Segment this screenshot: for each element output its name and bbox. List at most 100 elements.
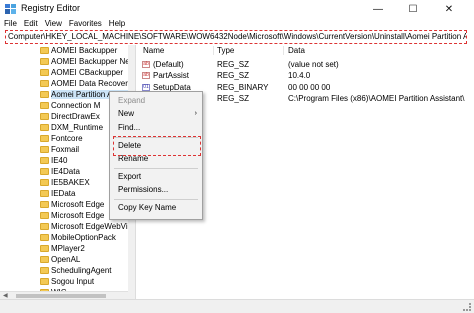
value-data: C:\Program Files (x86)\AOMEI Partition A… (288, 94, 465, 103)
menu-separator (114, 168, 198, 169)
minimize-button[interactable]: — (363, 0, 393, 18)
menu-help[interactable]: Help (105, 18, 128, 29)
folder-icon (40, 190, 49, 197)
tree-item[interactable]: AOMEI CBackupper (0, 67, 135, 78)
folder-icon (40, 47, 49, 54)
tree-item-label: Foxmail (51, 145, 80, 154)
column-header-name[interactable]: Name (143, 45, 164, 56)
folder-icon (40, 179, 49, 186)
tree-item-label: Fontcore (51, 134, 83, 143)
scroll-left-arrow-icon[interactable]: ◀ (3, 292, 8, 299)
folder-icon (40, 201, 49, 208)
folder-icon (40, 58, 49, 65)
menu-item-find[interactable]: Find... (110, 122, 202, 134)
value-row[interactable]: ab (Default) REG_SZ (value not set) (141, 59, 471, 70)
menu-item-label: New (118, 109, 135, 118)
tree-item-label: IE5BAKEX (51, 178, 90, 187)
menu-separator (114, 199, 198, 200)
tree-item[interactable]: MPlayer2 (0, 243, 135, 254)
folder-icon (40, 267, 49, 274)
tree-item-label: Sogou Input (51, 277, 95, 286)
maximize-button[interactable]: ☐ (398, 0, 428, 18)
folder-icon (40, 102, 49, 109)
address-bar[interactable]: Computer\HKEY_LOCAL_MACHINE\SOFTWARE\WOW… (5, 30, 467, 44)
folder-icon (40, 223, 49, 230)
tree-item[interactable]: SchedulingAgent (0, 265, 135, 276)
tree-item-label: Microsoft EdgeWebVie (51, 222, 133, 231)
menu-favorites[interactable]: Favorites (65, 18, 105, 29)
menu-item-label: Permissions... (118, 185, 169, 194)
value-data: 10.4.0 (288, 71, 311, 80)
tree-horizontal-scroll-thumb[interactable] (16, 294, 106, 298)
window-title: Registry Editor (21, 3, 81, 13)
tree-item-label: MPlayer2 (51, 244, 85, 253)
folder-icon (40, 278, 49, 285)
tree-item-label: AOMEI Backupper (51, 46, 118, 55)
column-header-data[interactable]: Data (288, 45, 305, 56)
menu-item-new[interactable]: New › (110, 108, 202, 120)
value-type: REG_BINARY (217, 83, 269, 92)
tree-item-label: SchedulingAgent (51, 266, 112, 275)
context-menu: Expand New › Find... Delete Rename Export… (109, 91, 203, 220)
folder-icon (40, 212, 49, 219)
tree-item-label: IE4Data (51, 167, 80, 176)
tree-item[interactable]: OpenAL (0, 254, 135, 265)
menu-item-copy-key-name[interactable]: Copy Key Name (110, 202, 202, 214)
status-bar (0, 299, 474, 313)
tree-item-label: Microsoft Edge (51, 211, 105, 220)
menu-file[interactable]: File (0, 18, 20, 29)
tree-item-label: DXM_Runtime (51, 123, 104, 132)
tree-item[interactable]: MobileOptionPack (0, 232, 135, 243)
resize-grip-icon[interactable] (463, 303, 471, 311)
folder-icon (40, 245, 49, 252)
tree-item-label: AOMEI Backupper Netw (51, 57, 136, 66)
tree-item[interactable]: Microsoft EdgeWebVie (0, 221, 135, 232)
folder-icon (40, 113, 49, 120)
folder-icon (40, 135, 49, 142)
menu-item-label: Expand (118, 96, 146, 105)
column-header-type[interactable]: Type (217, 45, 234, 56)
reg-binary-icon: 01 (142, 84, 150, 91)
submenu-arrow-icon: › (194, 110, 197, 117)
value-row[interactable]: ab PartAssist REG_SZ 10.4.0 (141, 70, 471, 81)
value-name: (Default) (153, 60, 184, 69)
tree-item-label: AOMEI Data Recovery f (51, 79, 136, 88)
tree-item-label: OpenAL (51, 255, 81, 264)
tree-item-label: Microsoft Edge (51, 200, 105, 209)
menu-item-label: Find... (118, 123, 141, 132)
folder-icon (40, 124, 49, 131)
title-bar: Registry Editor — ☐ ✕ (0, 0, 474, 18)
delete-highlight-box (113, 136, 201, 156)
value-type: REG_SZ (217, 71, 250, 80)
folder-icon (40, 168, 49, 175)
tree-item-label: DirectDrawEx (51, 112, 100, 121)
folder-icon (40, 80, 49, 87)
registry-editor-icon (5, 4, 16, 14)
value-data: 00 00 00 00 (288, 83, 331, 92)
folder-icon (40, 146, 49, 153)
reg-sz-icon: ab (142, 72, 150, 79)
close-button[interactable]: ✕ (434, 0, 464, 18)
folder-icon (40, 69, 49, 76)
reg-sz-icon: ab (142, 61, 150, 68)
tree-item[interactable]: AOMEI Backupper (0, 45, 135, 56)
tree-item[interactable]: Sogou Input (0, 276, 135, 287)
tree-item[interactable]: AOMEI Data Recovery f (0, 78, 136, 89)
value-name: PartAssist (153, 71, 190, 80)
tree-item[interactable]: AOMEI Backupper Netw (0, 56, 136, 67)
column-divider[interactable] (213, 46, 214, 55)
tree-item-label: IE40 (51, 156, 68, 165)
tree-item-label: IEData (51, 189, 76, 198)
folder-icon (40, 234, 49, 241)
menu-edit[interactable]: Edit (20, 18, 41, 29)
tree-item-label: Connection M (51, 101, 101, 110)
menu-view[interactable]: View (41, 18, 65, 29)
column-divider[interactable] (283, 46, 284, 55)
folder-icon (40, 157, 49, 164)
menu-item-export[interactable]: Export (110, 171, 202, 183)
menu-item-permissions[interactable]: Permissions... (110, 184, 202, 196)
menu-item-expand[interactable]: Expand (110, 95, 202, 107)
folder-icon (40, 91, 49, 98)
menu-item-label: Copy Key Name (118, 203, 177, 212)
menu-item-label: Export (118, 172, 142, 181)
